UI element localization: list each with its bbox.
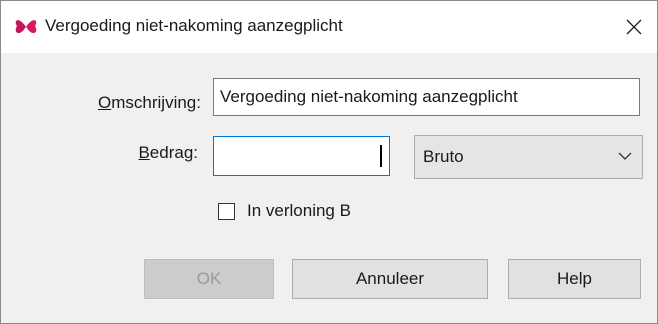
bedrag-label-accelerator: B [138,143,150,162]
butterfly-logo-icon [15,20,37,34]
bedrag-label: Bedrag: [41,143,198,163]
omschrijving-input[interactable]: Vergoeding niet-nakoming aanzegplicht [213,78,640,116]
bedrag-label-text: edrag: [149,143,198,162]
text-caret [380,145,382,167]
dialog-title: Vergoeding niet-nakoming aanzegplicht [45,16,343,35]
omschrijving-label: Omschrijving: [41,93,201,113]
chevron-down-icon [618,152,632,160]
ok-button[interactable]: OK [144,259,274,299]
omschrijving-label-accelerator: O [98,93,112,112]
omschrijving-label-text: mschrijving: [111,93,201,112]
verloning-checkbox-label[interactable]: In verloning B [247,201,351,221]
bedrag-type-selected: Bruto [423,147,464,166]
close-button[interactable] [611,1,657,53]
bedrag-type-select[interactable]: Bruto [414,135,643,179]
dialog-window: Vergoeding niet-nakoming aanzegplicht Om… [0,0,658,324]
cancel-button[interactable]: Annuleer [292,259,488,299]
bedrag-input[interactable] [213,136,390,176]
title-bar: Vergoeding niet-nakoming aanzegplicht [1,1,657,53]
verloning-checkbox[interactable] [218,203,235,220]
close-icon [626,19,642,35]
help-button[interactable]: Help [508,259,641,299]
